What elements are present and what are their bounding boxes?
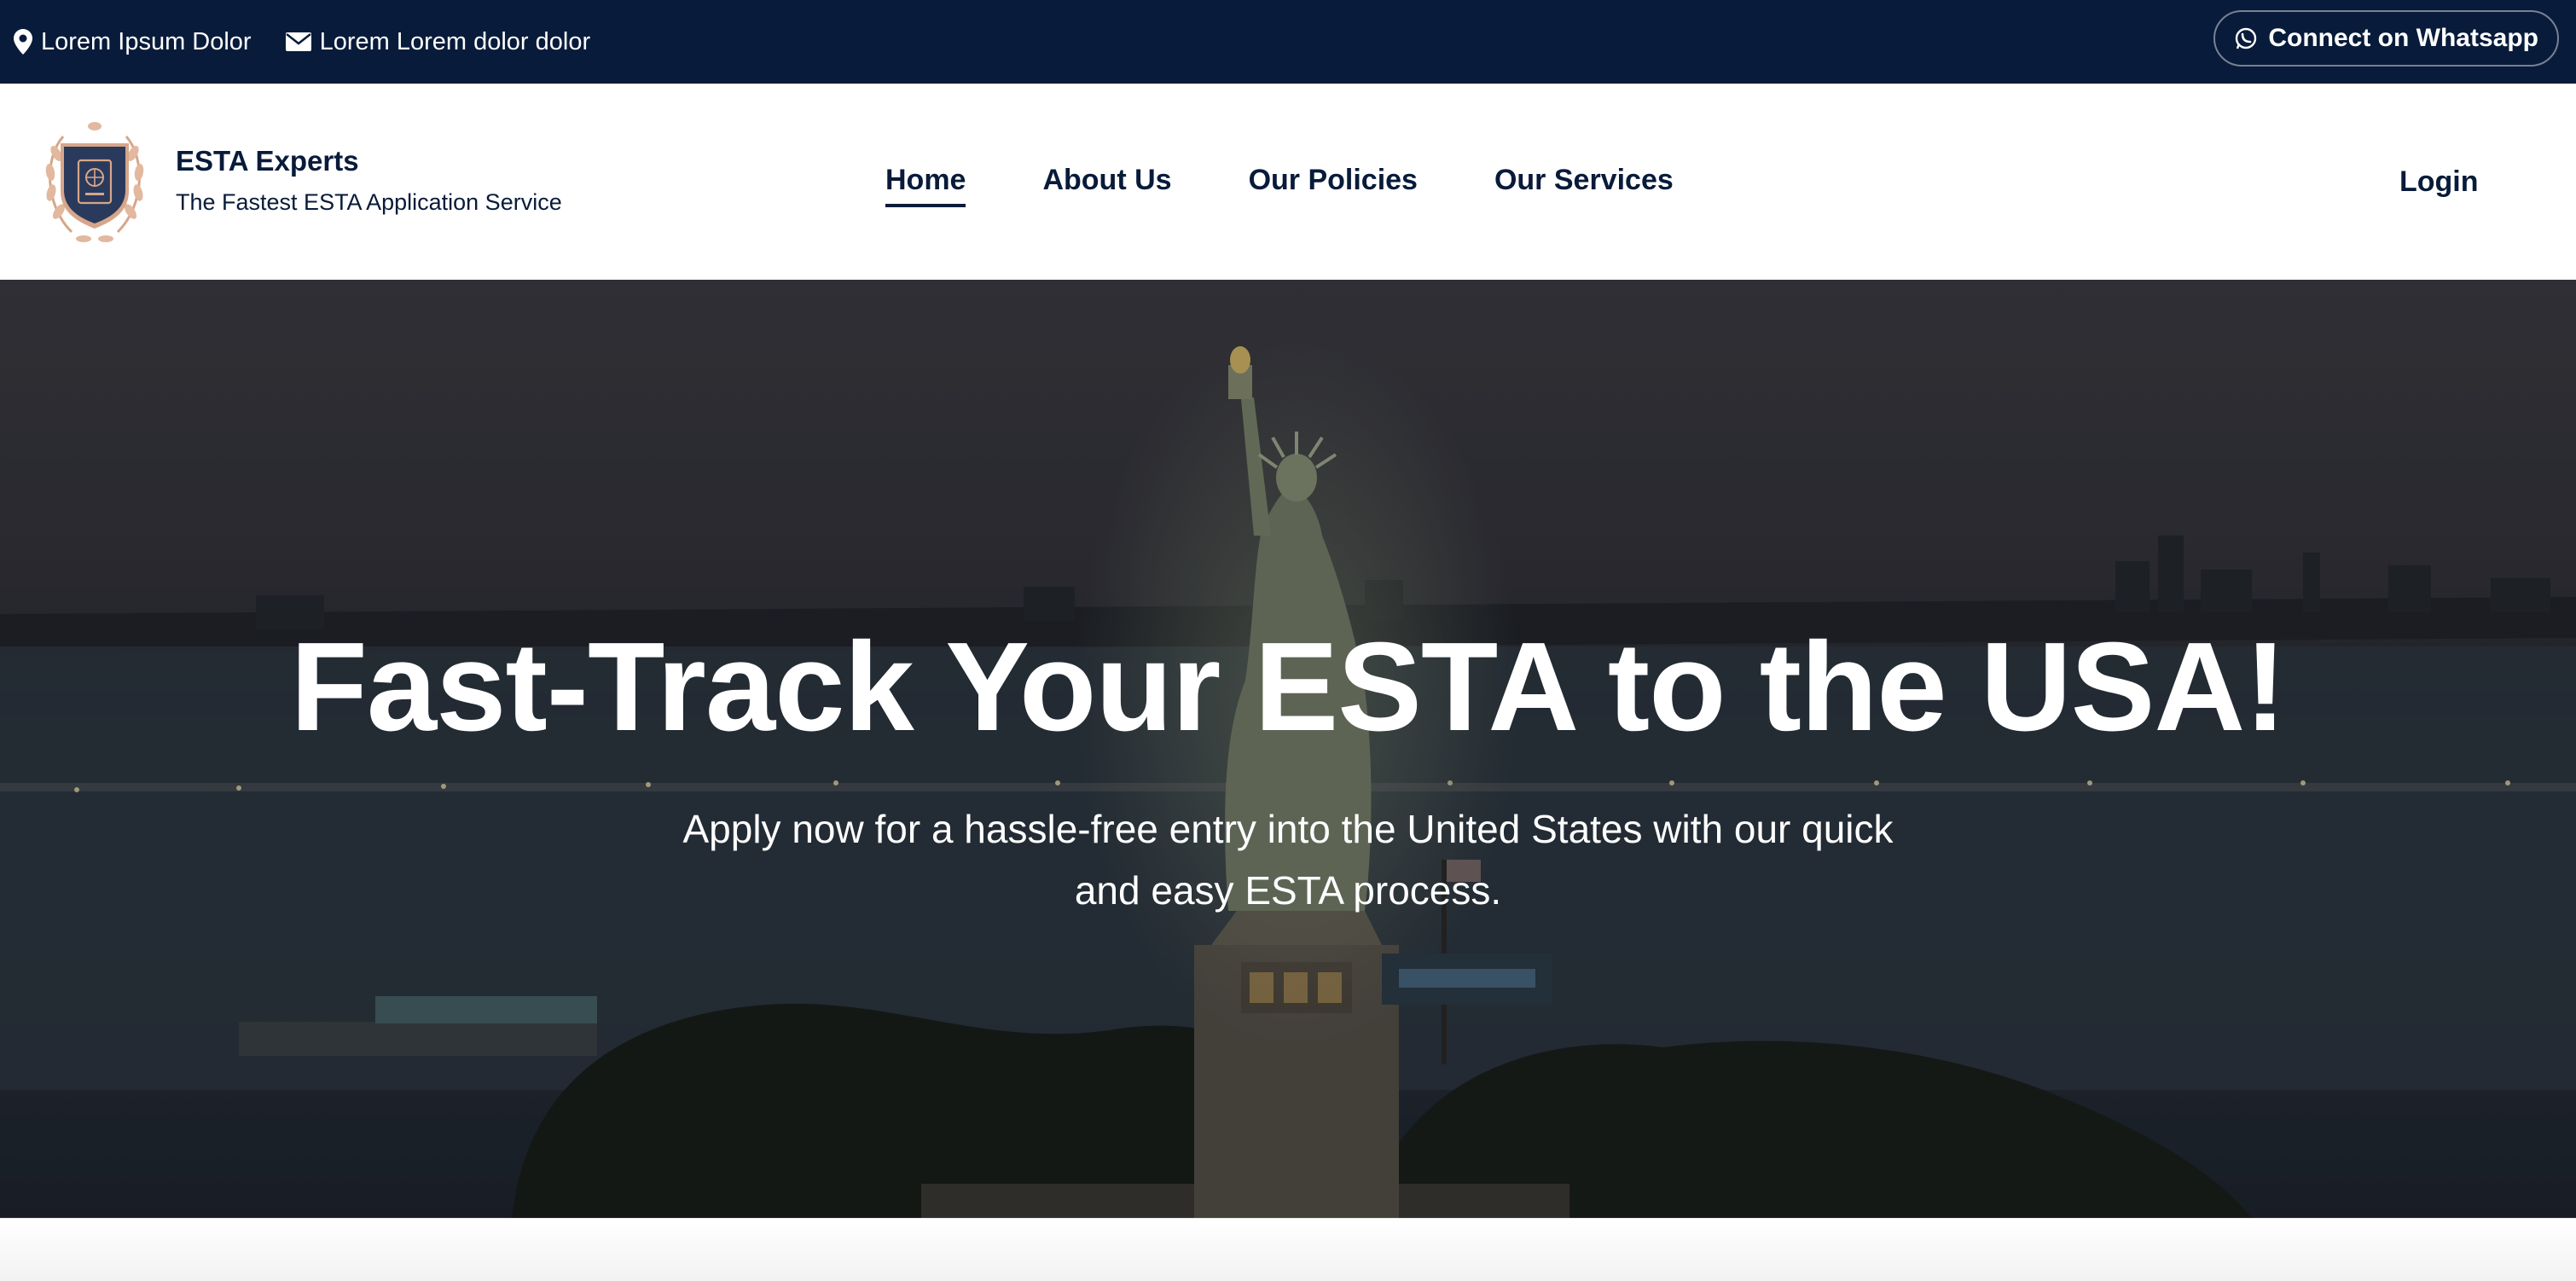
shield-logo-icon[interactable] [38,119,152,246]
address-info: Lorem Ipsum Dolor [14,28,252,56]
main-nav: Home About Us Our Policies Our Services [885,164,1674,207]
email-info[interactable]: Lorem Lorem dolor dolor [285,27,591,56]
hero-subtitle: Apply now for a hassle-free entry into t… [682,807,1894,913]
envelope-icon [285,32,311,51]
connect-whatsapp-button[interactable]: Connect on Whatsapp [2213,10,2559,67]
site-header: ESTA Experts The Fastest ESTA Applicatio… [0,84,2576,280]
top-contact-bar: Lorem Ipsum Dolor Lorem Lorem dolor dolo… [0,0,2576,84]
hero-title: Fast-Track Your ESTA to the USA! [290,617,2286,757]
whatsapp-icon [2236,27,2257,49]
next-section-preview [0,1218,2576,1281]
whatsapp-label: Connect on Whatsapp [2268,24,2538,52]
nav-our-services[interactable]: Our Services [1494,164,1674,207]
nav-about-us[interactable]: About Us [1042,164,1171,207]
email-text: Lorem Lorem dolor dolor [319,27,591,55]
address-text: Lorem Ipsum Dolor [41,27,252,55]
map-pin-icon [14,29,32,55]
nav-home[interactable]: Home [885,164,966,207]
nav-our-policies[interactable]: Our Policies [1249,164,1418,207]
brand-tagline: The Fastest ESTA Application Service [176,189,562,215]
brand-name: ESTA Experts [176,145,359,177]
login-button[interactable]: Login [2399,165,2479,199]
hero-section: Fast-Track Your ESTA to the USA! Apply n… [0,280,2576,1218]
